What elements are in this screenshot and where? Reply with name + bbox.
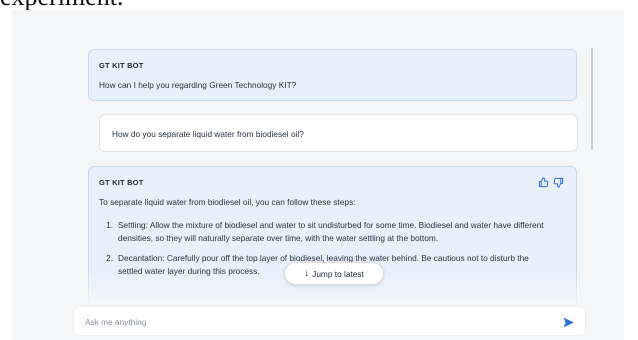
message-text: How do you separate liquid water from bi…	[112, 129, 304, 139]
sender-name: GT KIT BOT	[99, 178, 144, 187]
thumbs-down-icon[interactable]	[553, 175, 564, 193]
chat-app: GT KIT BOT How can I help you regarding …	[11, 10, 624, 340]
thumbs-up-icon[interactable]	[538, 175, 549, 193]
user-message: How do you separate liquid water from bi…	[99, 114, 578, 152]
feedback-controls	[538, 175, 564, 193]
message-intro: To separate liquid water from biodiesel …	[99, 197, 356, 207]
arrow-down-icon: ↓	[304, 267, 310, 279]
send-icon	[563, 317, 574, 328]
send-button[interactable]	[562, 316, 575, 329]
jump-to-latest-label: Jump to latest	[312, 268, 364, 279]
jump-to-latest-button[interactable]: ↓ Jump to latest	[284, 262, 384, 285]
message-text: How can I help you regarding Green Techn…	[99, 80, 297, 90]
chat-input[interactable]	[85, 315, 505, 329]
list-item: 1. Settling: Allow the mixture of biodie…	[99, 219, 554, 244]
step-number: 1.	[106, 220, 113, 230]
chat-history[interactable]: GT KIT BOT How can I help you regarding …	[11, 10, 624, 302]
step-text: Settling: Allow the mixture of biodiesel…	[118, 220, 544, 243]
bot-message: GT KIT BOT How can I help you regarding …	[88, 49, 577, 101]
sender-name: GT KIT BOT	[99, 61, 144, 70]
chat-input-bar	[73, 306, 586, 336]
scrollbar[interactable]	[591, 48, 593, 150]
